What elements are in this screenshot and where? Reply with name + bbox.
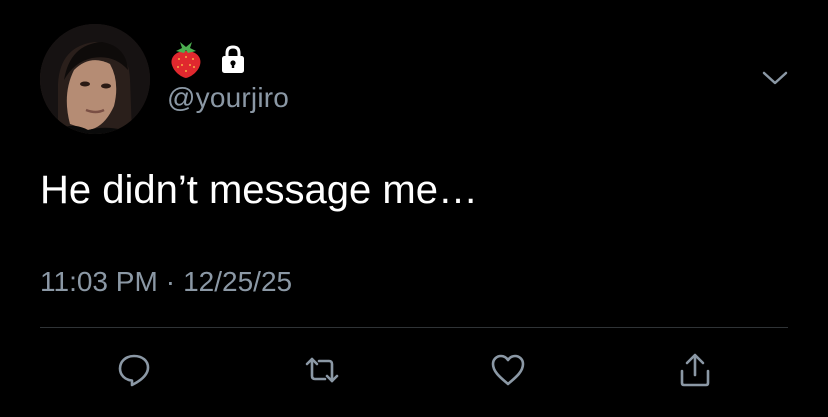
avatar-photo	[40, 24, 150, 134]
tweet-timestamp[interactable]: 11:03 PM · 12/25/25	[40, 266, 292, 298]
tweet-date: 12/25/25	[183, 266, 293, 297]
like-button[interactable]	[488, 350, 528, 390]
lock-icon	[222, 45, 244, 73]
tweet-text: He didn’t message me…	[40, 168, 478, 212]
reply-button[interactable]	[114, 350, 154, 390]
share-button[interactable]	[675, 350, 715, 390]
strawberry-icon	[171, 42, 201, 78]
user-handle[interactable]: @yourjiro	[167, 82, 289, 114]
name-row	[168, 38, 248, 80]
tweet-time: 11:03 PM	[40, 266, 158, 297]
reply-icon	[118, 354, 150, 387]
tweet-card: @yourjiro He didn’t message me… 11:03 PM…	[0, 0, 828, 417]
avatar[interactable]	[40, 24, 150, 134]
divider	[40, 327, 788, 328]
share-icon	[680, 353, 710, 387]
retweet-icon	[305, 357, 339, 383]
timestamp-separator: ·	[165, 266, 176, 297]
chevron-down-icon[interactable]	[760, 66, 790, 90]
retweet-button[interactable]	[302, 350, 342, 390]
heart-icon	[491, 354, 525, 386]
